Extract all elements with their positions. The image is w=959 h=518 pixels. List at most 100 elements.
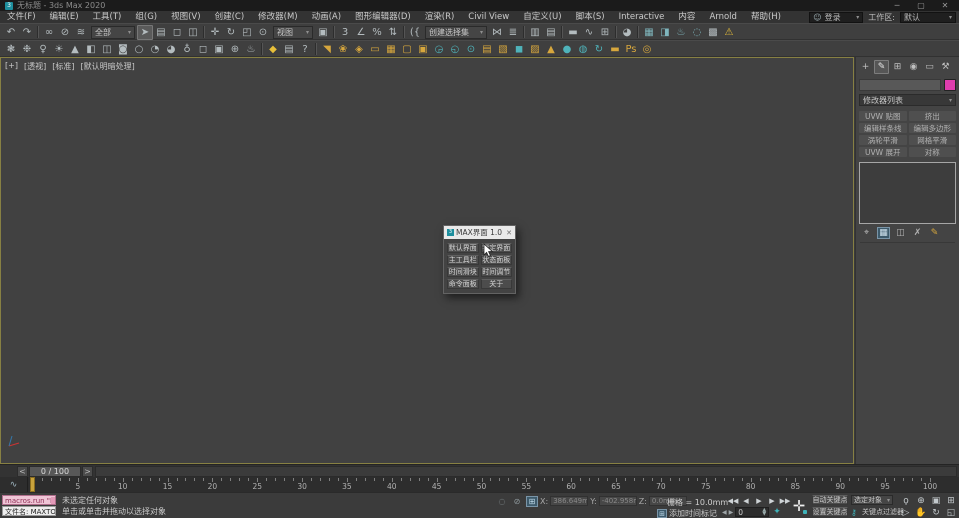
next-frame-icon[interactable]: ▶ (766, 495, 778, 506)
modifier-button-5[interactable]: 涡轮平滑 (859, 135, 907, 145)
next-key-icon[interactable]: ▶ (729, 509, 734, 516)
menu-item-16[interactable]: Arnold (702, 11, 744, 23)
panel-lines-icon[interactable]: ▬ (607, 42, 623, 57)
menu-item-17[interactable]: 帮助(H) (744, 11, 788, 23)
minimize-button[interactable]: ─ (892, 1, 902, 10)
previous-frame-icon[interactable]: ◀ (740, 495, 752, 506)
snap-toggle-3d-icon[interactable]: 3 (337, 25, 353, 40)
menu-item-11[interactable]: Civil View (461, 11, 516, 23)
add-time-tag[interactable]: ⊞ 添加时间标记 (657, 508, 717, 518)
dialog-button-6[interactable]: 时间调节 (480, 267, 512, 277)
menu-item-1[interactable]: 文件(F) (0, 11, 43, 23)
utilities-tab[interactable]: ⚒ (938, 60, 953, 74)
help-circle-icon[interactable]: ? (297, 42, 313, 57)
object-name-field[interactable] (859, 79, 941, 91)
perspective-viewport[interactable]: [+] [透视] [标准] [默认明暗处理] (0, 57, 854, 464)
time-slider-track[interactable] (95, 465, 957, 477)
target-circle-icon[interactable]: ◎ (639, 42, 655, 57)
zoom-extents-icon[interactable]: ▣ (929, 495, 943, 506)
orbit-icon[interactable]: ↻ (929, 507, 943, 518)
warning-icon[interactable]: ⚠ (721, 25, 737, 40)
key-filters-button[interactable]: 关键点过滤器... (862, 507, 904, 517)
pyramid-icon[interactable]: ▲ (543, 42, 559, 57)
reference-coordinate-system-dropdown[interactable]: 视图 ▾ (273, 25, 313, 39)
modifier-button-1[interactable]: UVW 贴图 (859, 111, 907, 121)
set-key-button[interactable]: 设置关键点 (812, 507, 848, 517)
set-keys-button[interactable]: ✛ (789, 496, 809, 516)
dialog-button-5[interactable]: 时间滑块 (447, 267, 479, 277)
bell-icon[interactable]: ◙ (115, 42, 131, 57)
menu-item-2[interactable]: 编辑(E) (43, 11, 86, 23)
modifier-button-6[interactable]: 网格平滑 (908, 135, 956, 145)
rectangular-selection-region-icon[interactable]: ◻ (169, 25, 185, 40)
frame-icon[interactable]: ▢ (399, 42, 415, 57)
menu-item-14[interactable]: Interactive (612, 11, 672, 23)
unlink-selection-icon[interactable]: ⊘ (57, 25, 73, 40)
align-icon[interactable]: ≣ (505, 25, 521, 40)
solid-box-icon[interactable]: ◼ (511, 42, 527, 57)
render-setup-icon[interactable]: ▦ (641, 25, 657, 40)
magnifier-icon[interactable]: ⊙ (463, 42, 479, 57)
menu-item-7[interactable]: 修改器(M) (251, 11, 304, 23)
mini-curve-editor-button[interactable]: ∿ (0, 477, 28, 492)
close-button[interactable]: ✕ (940, 1, 950, 10)
menu-item-10[interactable]: 渲染(R) (418, 11, 462, 23)
hierarchy-tab[interactable]: ⊞ (890, 60, 905, 74)
go-to-start-icon[interactable]: ◀◀ (727, 495, 739, 506)
pin-stack-icon[interactable]: ⌖ (860, 227, 873, 239)
dialog-button-3[interactable]: 主工具栏 (447, 255, 479, 265)
time-slider-handle[interactable]: 0 / 100 (29, 465, 81, 477)
sunlight-icon[interactable]: ☀ (51, 42, 67, 57)
x-coordinate-field[interactable]: 386.649mm (550, 496, 589, 506)
undo-icon[interactable]: ↶ (3, 25, 19, 40)
ring-icon[interactable]: ○ (131, 42, 147, 57)
toggle-layer-explorer-icon[interactable]: ▤ (543, 25, 559, 40)
field-of-view-icon[interactable]: ▷ (899, 507, 913, 518)
current-frame-marker[interactable] (30, 477, 35, 492)
display-tab[interactable]: ▭ (922, 60, 937, 74)
spray-icon[interactable]: ❃ (3, 42, 19, 57)
teapot-icon[interactable]: ♨ (243, 42, 259, 57)
menu-item-12[interactable]: 自定义(U) (516, 11, 568, 23)
menu-item-15[interactable]: 内容 (671, 11, 702, 23)
select-by-name-icon[interactable]: ▤ (153, 25, 169, 40)
render-in-cloud-icon[interactable]: ◌ (689, 25, 705, 40)
modifier-button-2[interactable]: 挤出 (908, 111, 956, 121)
viewport-label-segment-2[interactable]: [透视] (24, 61, 46, 72)
omni-light-icon[interactable]: ♁ (179, 42, 195, 57)
ball-icon[interactable]: ● (559, 42, 575, 57)
frame-spinner[interactable]: ▲ ▼ (762, 508, 766, 517)
mirror-icon[interactable]: ⋈ (489, 25, 505, 40)
fence-icon[interactable]: ▤ (479, 42, 495, 57)
open-state-sets-icon[interactable]: ▩ (705, 25, 721, 40)
track-bar-ruler[interactable]: 0510152025303540455055606570758085909510… (28, 477, 959, 492)
redo-icon[interactable]: ↷ (19, 25, 35, 40)
select-and-place-icon[interactable]: ⊙ (255, 25, 271, 40)
time-slider-prev-button[interactable]: < (17, 465, 28, 477)
workspace-dropdown[interactable]: 默认 ▾ (900, 11, 956, 23)
stack-box-icon[interactable]: ▣ (415, 42, 431, 57)
zoom-all-icon[interactable]: ⊕ (914, 495, 928, 506)
curve-editor-icon[interactable]: ∿ (581, 25, 597, 40)
menu-item-13[interactable]: 脚本(S) (569, 11, 612, 23)
photoshop-icon[interactable]: Ps (623, 42, 639, 57)
window-crossing-icon[interactable]: ◫ (185, 25, 201, 40)
door-icon[interactable]: ◫ (99, 42, 115, 57)
notify-bell-icon[interactable]: ◆ (265, 42, 281, 57)
auto-key-button[interactable]: 自动关键点 (812, 495, 848, 505)
dialog-title-bar[interactable]: 3 MAX界面 1.0 ✕ (444, 226, 515, 239)
camera-icon[interactable]: ◧ (83, 42, 99, 57)
select-and-scale-icon[interactable]: ◰ (239, 25, 255, 40)
edit-named-selection-sets-icon[interactable]: ({ (407, 25, 423, 40)
percent-snap-icon[interactable]: % (369, 25, 385, 40)
menu-item-5[interactable]: 视图(V) (164, 11, 207, 23)
box-select-icon[interactable]: ▣ (211, 42, 227, 57)
dashed-box-icon[interactable]: ▧ (495, 42, 511, 57)
zoom-extents-all-icon[interactable]: ⊞ (944, 495, 958, 506)
viewport-label-segment-4[interactable]: [默认明暗处理] (80, 61, 134, 72)
maximize-viewport-icon[interactable]: ◱ (944, 507, 958, 518)
maximize-button[interactable]: ▢ (916, 1, 926, 10)
dialog-button-8[interactable]: 关于 (480, 279, 512, 289)
gears-icon[interactable]: ❀ (335, 42, 351, 57)
remove-modifier-icon[interactable]: ✗ (911, 227, 924, 239)
